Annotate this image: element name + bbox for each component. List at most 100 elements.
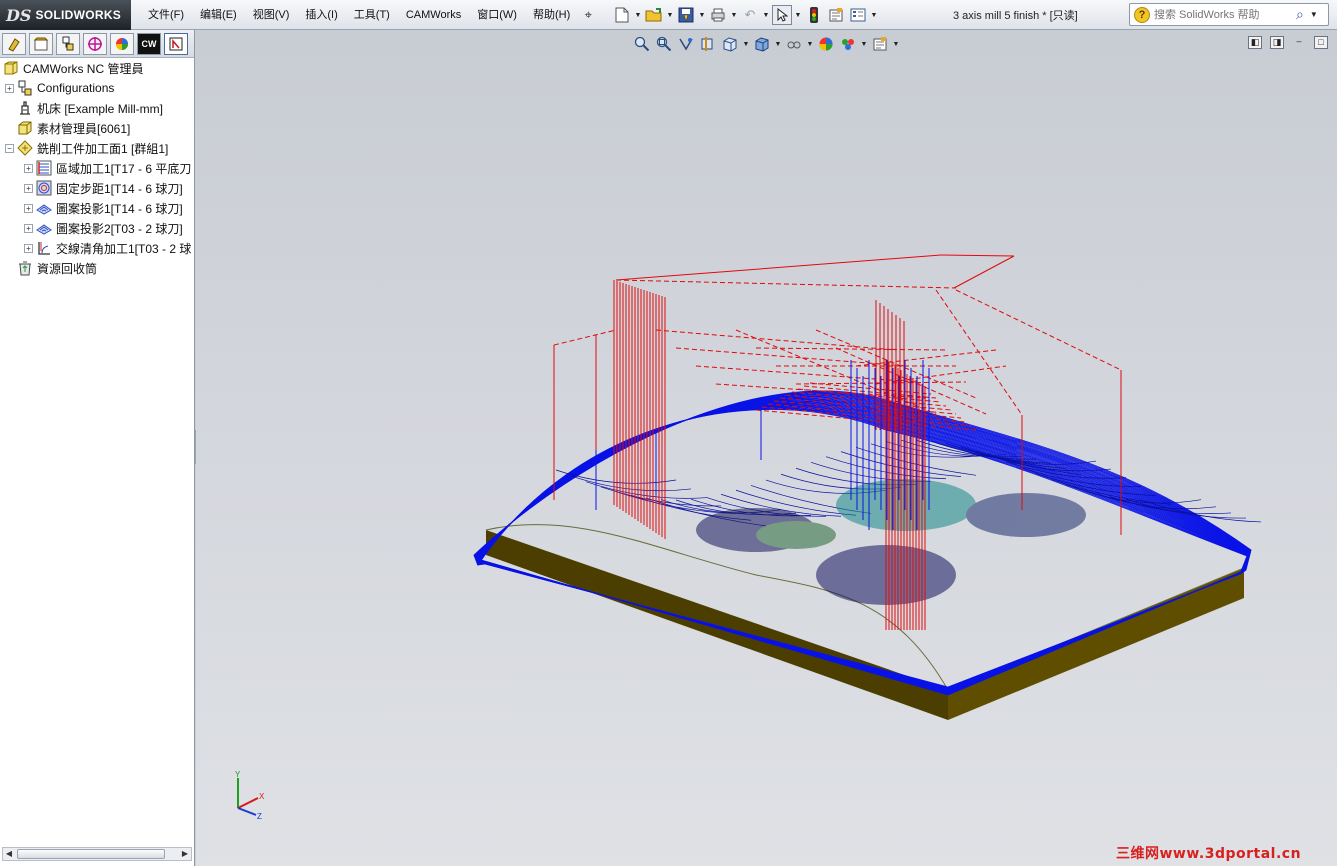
expand-toggle[interactable]: + bbox=[24, 183, 33, 193]
scroll-right-arrow-icon[interactable]: ▶ bbox=[179, 848, 191, 860]
rapid-move bbox=[955, 289, 1122, 371]
document-title: 3 axis mill 5 finish * [只读] bbox=[953, 10, 1078, 22]
menu-bar: 文件(F) 编辑(E) 视图(V) 插入(I) 工具(T) CAMWorks 窗… bbox=[140, 0, 598, 30]
expand-toggle[interactable]: + bbox=[24, 203, 33, 213]
finishing-toolpath bbox=[473, 390, 1262, 696]
expand-toggle[interactable]: + bbox=[24, 243, 33, 253]
menu-tools[interactable]: 工具(T) bbox=[346, 4, 398, 26]
rapid-move bbox=[940, 254, 1015, 257]
print-icon[interactable] bbox=[708, 5, 728, 25]
tree-item-stock-manager[interactable]: 素材管理員[6061] bbox=[0, 118, 194, 138]
tree-item-label: 資源回收筒 bbox=[37, 261, 98, 276]
search-dropdown-icon[interactable]: ▼ bbox=[1310, 10, 1318, 19]
stock-icon bbox=[17, 120, 33, 136]
pencil-mill-icon bbox=[36, 240, 52, 256]
tree-root-camworks-nc-manager[interactable]: CAMWorks NC 管理員 bbox=[0, 58, 194, 78]
camworks-nc-tree: CAMWorks NC 管理員 + Configurations 机床 [Exa… bbox=[0, 58, 194, 278]
menu-window[interactable]: 窗口(W) bbox=[469, 4, 525, 26]
help-search-box[interactable]: ? ⌕ ▼ bbox=[1129, 3, 1329, 26]
menu-camworks[interactable]: CAMWorks bbox=[398, 4, 469, 26]
help-question-icon[interactable]: ? bbox=[1134, 6, 1150, 23]
new-dropdown-icon[interactable]: ▼ bbox=[634, 5, 642, 25]
constant-stepover-icon bbox=[36, 180, 52, 196]
manager-tabs: CW bbox=[0, 30, 194, 58]
feature-manager-tab-icon[interactable] bbox=[2, 32, 26, 55]
raster-pass bbox=[585, 481, 707, 499]
new-document-icon[interactable] bbox=[612, 5, 632, 25]
coordinate-triad: Y X Z bbox=[235, 770, 265, 821]
tree-item-label: 圖案投影2[T03 - 2 球刀] bbox=[56, 221, 183, 236]
property-manager-tab-icon[interactable] bbox=[29, 32, 53, 55]
tree-item-pattern-project-1[interactable]: + 圖案投影1[T14 - 6 球刀] bbox=[0, 198, 194, 218]
menu-edit[interactable]: 编辑(E) bbox=[192, 4, 245, 26]
camworks-feature-tree-tab-icon[interactable]: CW bbox=[137, 32, 161, 55]
machine-icon bbox=[17, 100, 33, 116]
tree-item-label: 机床 [Example Mill-mm] bbox=[37, 101, 164, 116]
undo-icon[interactable]: ↶ bbox=[740, 5, 760, 25]
options-dropdown-icon[interactable]: ▼ bbox=[870, 5, 878, 25]
menu-insert[interactable]: 插入(I) bbox=[297, 4, 345, 26]
tree-item-pencil-mill[interactable]: + 交線清角加工1[T03 - 2 球 bbox=[0, 238, 194, 258]
select-pointer-icon[interactable] bbox=[772, 5, 792, 25]
tree-item-machine[interactable]: 机床 [Example Mill-mm] bbox=[0, 98, 194, 118]
tree-item-recycle-bin[interactable]: 資源回收筒 bbox=[0, 258, 194, 278]
standard-toolbar: ▼ ▼ ▼ ▼ ↶ ▼ ▼ ▼ bbox=[612, 4, 878, 26]
stock-right-face bbox=[948, 568, 1244, 720]
tree-item-mill-part-setup[interactable]: − 銑削工件加工面1 [群組1] bbox=[0, 138, 194, 158]
rapid-move bbox=[953, 255, 1015, 289]
undo-dropdown-icon[interactable]: ▼ bbox=[762, 5, 770, 25]
menu-file[interactable]: 文件(F) bbox=[140, 4, 192, 26]
rapid-move bbox=[935, 289, 1023, 416]
tree-item-label: 圖案投影1[T14 - 6 球刀] bbox=[56, 201, 183, 216]
scroll-thumb[interactable] bbox=[17, 849, 165, 859]
watermark-text: 三维网www.3dportal.cn bbox=[1116, 846, 1302, 862]
graphics-viewport[interactable]: ▼ ▼ ▼ ▼ ▼ ◧ ◨ – □ Y X Z 三维网www.3dportal.… bbox=[196, 30, 1337, 866]
tree-item-area-clearance[interactable]: + 區域加工1[T17 - 6 平底刀 bbox=[0, 158, 194, 178]
toolpath-highlights bbox=[696, 479, 1086, 605]
triad-x-axis bbox=[237, 797, 259, 809]
triad-z-label: Z bbox=[257, 812, 262, 821]
rapid-move bbox=[615, 254, 942, 281]
rebuild-traffic-light-icon[interactable] bbox=[804, 5, 824, 25]
collapse-toggle[interactable]: − bbox=[5, 143, 14, 153]
rapid-move bbox=[553, 329, 617, 346]
dimxpert-tab-icon[interactable] bbox=[83, 32, 107, 55]
expand-toggle[interactable]: + bbox=[5, 83, 14, 93]
print-dropdown-icon[interactable]: ▼ bbox=[730, 5, 738, 25]
camworks-operation-tree-tab-icon[interactable] bbox=[164, 32, 188, 55]
scroll-left-arrow-icon[interactable]: ◀ bbox=[3, 848, 15, 860]
options-icon[interactable] bbox=[848, 5, 868, 25]
select-dropdown-icon[interactable]: ▼ bbox=[794, 5, 802, 25]
pin-menu-icon[interactable]: ⌖ bbox=[578, 5, 598, 25]
raster-pass bbox=[615, 491, 737, 514]
open-folder-icon[interactable] bbox=[644, 5, 664, 25]
menu-help[interactable]: 帮助(H) bbox=[525, 4, 578, 26]
tree-horizontal-scrollbar[interactable]: ◀ ▶ bbox=[2, 847, 192, 861]
tree-item-pattern-project-2[interactable]: + 圖案投影2[T03 - 2 球刀] bbox=[0, 218, 194, 238]
triad-z-axis bbox=[237, 807, 257, 816]
tree-item-configurations[interactable]: + Configurations bbox=[0, 78, 194, 98]
tree-item-label: 銑削工件加工面1 [群組1] bbox=[37, 141, 169, 156]
toolpath-3d-scene[interactable] bbox=[196, 30, 1337, 866]
camworks-manager-panel: CW CAMWorks NC 管理員 + Configurations 机床 [… bbox=[0, 30, 195, 866]
help-search-input[interactable] bbox=[1154, 8, 1294, 21]
expand-toggle[interactable]: + bbox=[24, 223, 33, 233]
rapid-move bbox=[615, 279, 957, 289]
solidworks-logo[interactable]: DS SOLIDWORKS bbox=[0, 0, 131, 30]
display-manager-tab-icon[interactable] bbox=[110, 32, 134, 55]
nc-manager-icon bbox=[3, 60, 19, 76]
tree-item-label: 區域加工1[T17 - 6 平底刀 bbox=[56, 161, 192, 176]
configuration-manager-tab-icon[interactable] bbox=[56, 32, 80, 55]
open-dropdown-icon[interactable]: ▼ bbox=[666, 5, 674, 25]
expand-toggle[interactable]: + bbox=[24, 163, 33, 173]
save-icon[interactable] bbox=[676, 5, 696, 25]
pattern-project-icon bbox=[36, 200, 52, 216]
tree-item-label: 交線清角加工1[T03 - 2 球 bbox=[56, 241, 192, 256]
menu-view[interactable]: 视图(V) bbox=[245, 4, 298, 26]
rapid-move bbox=[755, 347, 947, 351]
save-dropdown-icon[interactable]: ▼ bbox=[698, 5, 706, 25]
magnifier-icon[interactable]: ⌕ bbox=[1296, 6, 1304, 23]
file-properties-icon[interactable] bbox=[826, 5, 846, 25]
tree-item-constant-stepover[interactable]: + 固定步距1[T14 - 6 球刀] bbox=[0, 178, 194, 198]
title-bar: DS SOLIDWORKS 文件(F) 编辑(E) 视图(V) 插入(I) 工具… bbox=[0, 0, 1337, 30]
